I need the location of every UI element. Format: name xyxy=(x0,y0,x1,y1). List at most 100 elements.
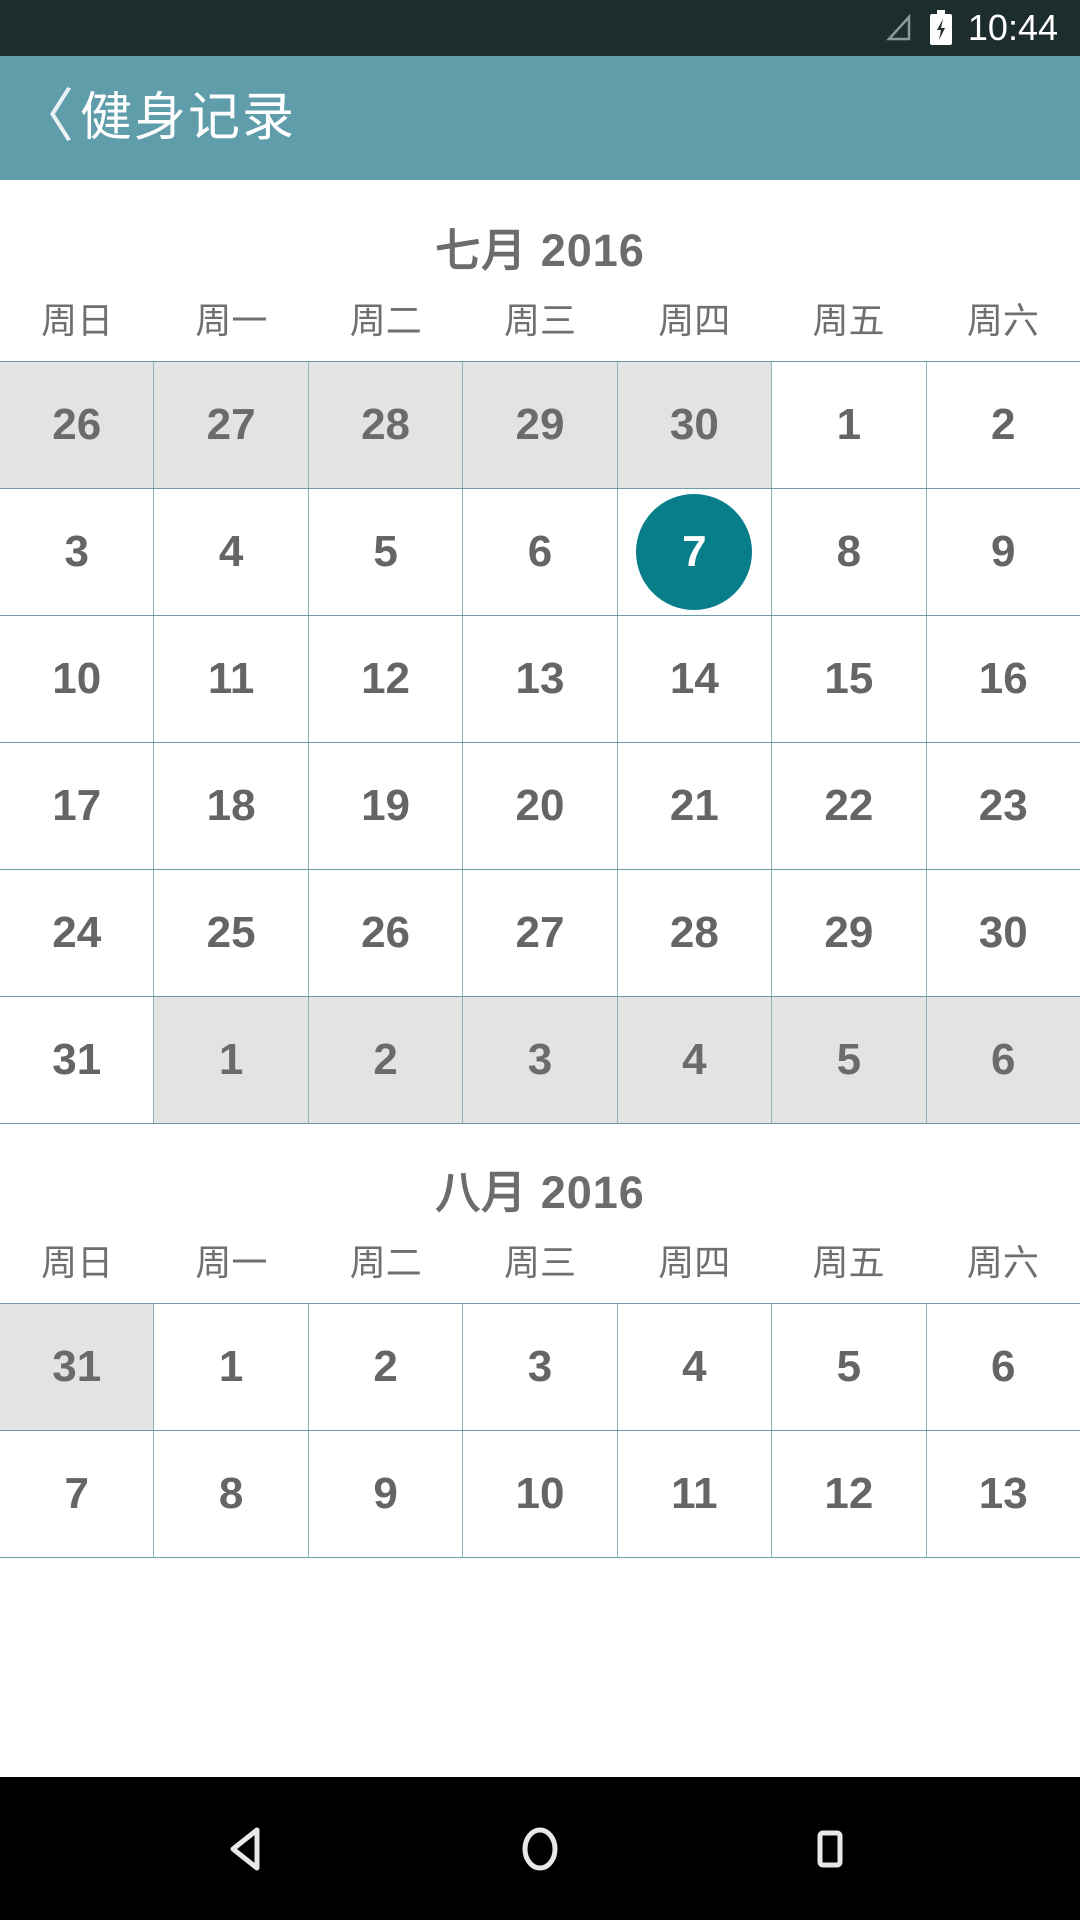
calendar-day-cell[interactable]: 9 xyxy=(926,489,1080,615)
day-number: 3 xyxy=(64,527,89,576)
month-section: 八月 2016 周日 周一 周二 周三 周四 周五 周六 31 1 2 3 4 5 6 7 8 9 10 11 12 13 xyxy=(0,1124,1080,1558)
day-number: 5 xyxy=(836,1342,862,1391)
calendar-day-cell[interactable]: 31 xyxy=(0,1304,155,1430)
calendar-day-cell[interactable]: 19 xyxy=(308,743,464,869)
day-number: 12 xyxy=(361,654,411,703)
calendar-day-cell[interactable]: 2 xyxy=(308,997,464,1123)
day-number: 14 xyxy=(669,654,719,703)
day-number: 18 xyxy=(206,781,256,830)
calendar-day-cell[interactable]: 28 xyxy=(617,870,773,996)
day-number: 1 xyxy=(836,400,862,449)
calendar-day-cell[interactable]: 3 xyxy=(463,997,618,1123)
calendar-day-cell[interactable]: 30 xyxy=(617,362,773,488)
nav-back-button[interactable] xyxy=(150,1777,350,1920)
calendar-day-cell[interactable]: 1 xyxy=(154,997,309,1123)
calendar-day-cell[interactable]: 11 xyxy=(154,616,309,742)
calendar-day-cell[interactable]: 28 xyxy=(308,362,464,488)
calendar-day-cell[interactable]: 18 xyxy=(154,743,309,869)
day-number: 27 xyxy=(206,400,256,449)
calendar-day-cell[interactable]: 10 xyxy=(0,616,155,742)
calendar-day-cell[interactable]: 21 xyxy=(617,743,773,869)
calendar-day-cell[interactable]: 5 xyxy=(772,1304,927,1430)
day-number: 4 xyxy=(682,1342,707,1391)
weekday-label: 周六 xyxy=(966,300,1039,341)
calendar-week-row: 3 4 5 6 7 8 9 xyxy=(0,489,1080,616)
calendar-week-row: 17 18 19 20 21 22 23 xyxy=(0,743,1080,870)
calendar-day-cell[interactable]: 2 xyxy=(308,1304,464,1430)
calendar-day-cell[interactable]: 5 xyxy=(308,489,464,615)
recents-square-icon xyxy=(817,1830,843,1867)
calendar-scroll-area[interactable]: 七月 2016 周日 周一 周二 周三 周四 周五 周六 26 27 28 29 30 1 2 3 4 5 6 7 8 9… xyxy=(0,180,1080,1777)
calendar-day-cell-selected[interactable]: 7 xyxy=(617,489,773,615)
day-number: 11 xyxy=(207,654,255,703)
day-number: 8 xyxy=(836,527,862,576)
weekday-label: 周日 xyxy=(41,1242,114,1283)
day-number: 31 xyxy=(52,1342,102,1391)
weekday-label: 周一 xyxy=(195,1242,268,1283)
calendar-day-cell[interactable]: 5 xyxy=(772,997,927,1123)
calendar-day-cell[interactable]: 6 xyxy=(926,997,1080,1123)
app-bar: 〈 健身记录 xyxy=(0,56,1080,180)
calendar-day-cell[interactable]: 7 xyxy=(0,1431,155,1557)
calendar-day-cell[interactable]: 27 xyxy=(463,870,618,996)
calendar-day-cell[interactable]: 26 xyxy=(308,870,464,996)
calendar-day-cell[interactable]: 17 xyxy=(0,743,155,869)
day-number: 9 xyxy=(991,527,1016,576)
calendar-day-cell[interactable]: 16 xyxy=(926,616,1080,742)
calendar-day-cell[interactable]: 11 xyxy=(617,1431,773,1557)
calendar-week-row: 24 25 26 27 28 29 30 xyxy=(0,870,1080,997)
battery-charging-icon xyxy=(928,10,954,46)
signal-icon xyxy=(884,13,914,43)
day-number: 19 xyxy=(361,781,411,830)
calendar-day-cell[interactable]: 6 xyxy=(463,489,618,615)
day-number: 5 xyxy=(836,1035,862,1084)
day-number: 13 xyxy=(515,654,565,703)
day-number: 25 xyxy=(206,908,256,957)
calendar-day-cell[interactable]: 14 xyxy=(617,616,773,742)
calendar-day-cell[interactable]: 1 xyxy=(772,362,927,488)
day-number: 2 xyxy=(373,1342,398,1391)
calendar-day-cell[interactable]: 26 xyxy=(0,362,155,488)
calendar-day-cell[interactable]: 25 xyxy=(154,870,309,996)
calendar-day-cell[interactable]: 10 xyxy=(463,1431,618,1557)
day-number: 7 xyxy=(682,527,707,576)
nav-home-button[interactable] xyxy=(440,1777,640,1920)
calendar-day-cell[interactable]: 8 xyxy=(772,489,927,615)
calendar-day-cell[interactable]: 4 xyxy=(617,1304,773,1430)
calendar-day-cell[interactable]: 4 xyxy=(154,489,309,615)
calendar-day-cell[interactable]: 3 xyxy=(463,1304,618,1430)
calendar-week-row: 10 11 12 13 14 15 16 xyxy=(0,616,1080,743)
calendar-day-cell[interactable]: 12 xyxy=(772,1431,927,1557)
calendar-day-cell[interactable]: 6 xyxy=(926,1304,1080,1430)
calendar-day-cell[interactable]: 1 xyxy=(154,1304,309,1430)
calendar-day-cell[interactable]: 4 xyxy=(617,997,773,1123)
calendar-day-cell[interactable]: 8 xyxy=(154,1431,309,1557)
nav-recents-button[interactable] xyxy=(730,1777,930,1920)
calendar-grid: 31 1 2 3 4 5 6 7 8 9 10 11 12 13 xyxy=(0,1303,1080,1558)
calendar-day-cell[interactable]: 27 xyxy=(154,362,309,488)
calendar-day-cell[interactable]: 23 xyxy=(926,743,1080,869)
calendar-day-cell[interactable]: 12 xyxy=(308,616,464,742)
calendar-day-cell[interactable]: 13 xyxy=(926,1431,1080,1557)
back-button[interactable]: 〈 xyxy=(14,87,76,145)
calendar-day-cell[interactable]: 9 xyxy=(308,1431,464,1557)
calendar-day-cell[interactable]: 30 xyxy=(926,870,1080,996)
calendar-day-cell[interactable]: 29 xyxy=(772,870,927,996)
day-number: 28 xyxy=(669,908,719,957)
status-bar: 10:44 xyxy=(0,0,1080,56)
calendar-day-cell[interactable]: 24 xyxy=(0,870,155,996)
calendar-day-cell[interactable]: 22 xyxy=(772,743,927,869)
calendar-day-cell[interactable]: 29 xyxy=(463,362,618,488)
month-title: 八月 2016 xyxy=(435,1167,645,1218)
calendar-day-cell[interactable]: 31 xyxy=(0,997,155,1123)
day-number: 6 xyxy=(991,1035,1016,1084)
calendar-day-cell[interactable]: 13 xyxy=(463,616,618,742)
month-title: 七月 2016 xyxy=(435,225,645,276)
day-number: 3 xyxy=(527,1342,553,1391)
calendar-day-cell[interactable]: 20 xyxy=(463,743,618,869)
calendar-day-cell[interactable]: 2 xyxy=(926,362,1080,488)
day-number: 24 xyxy=(52,908,102,957)
calendar-day-cell[interactable]: 3 xyxy=(0,489,155,615)
weekday-label: 周三 xyxy=(503,1242,576,1283)
calendar-day-cell[interactable]: 15 xyxy=(772,616,927,742)
